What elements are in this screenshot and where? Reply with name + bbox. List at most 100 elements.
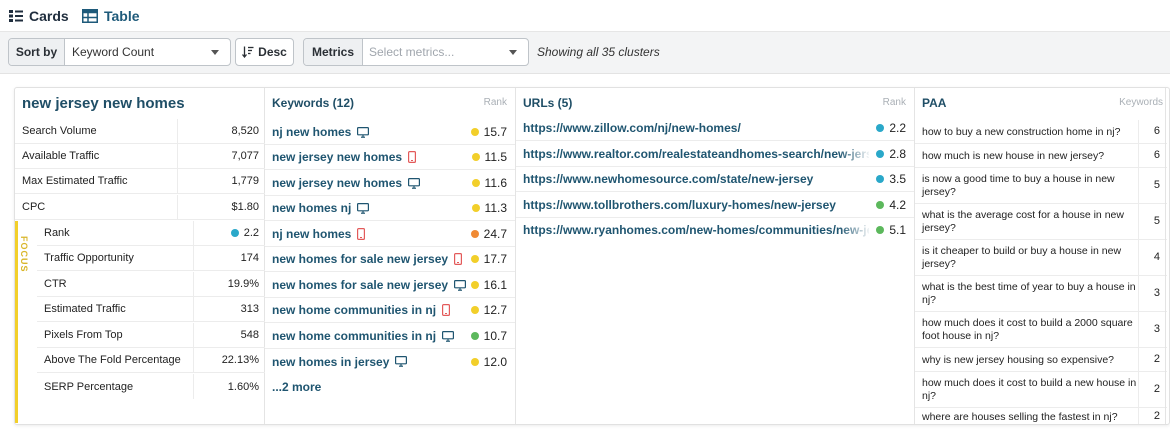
- sort-order-button[interactable]: Desc: [235, 38, 294, 66]
- keywords-column: Keywords (12) Rank nj new homes 15.7 new j…: [265, 88, 516, 424]
- metric-row: CPC $1.80: [15, 195, 265, 220]
- keyword-text: new homes for sale new jersey: [272, 278, 449, 292]
- tab-cards-label: Cards: [29, 8, 69, 24]
- sort-descending-icon: [242, 46, 254, 58]
- mobile-icon: [454, 253, 463, 265]
- metric-value: 7,077: [231, 150, 259, 162]
- paa-keyword-count: 2: [1153, 410, 1160, 422]
- metric-value: 1,779: [231, 175, 259, 187]
- keyword-link[interactable]: new homes for sale new jersey: [272, 278, 467, 292]
- keyword-rank: 11.5: [484, 150, 507, 164]
- paa-question: how to buy a new construction home in nj…: [922, 126, 1121, 138]
- focus-metric-row: Pixels From Top 548: [37, 323, 265, 348]
- paa-row[interactable]: how to buy a new construction home in nj…: [915, 120, 1167, 144]
- keyword-row[interactable]: new home communities in nj 12.7: [265, 298, 515, 323]
- url-link[interactable]: https://www.zillow.com/nj/new-homes/: [523, 121, 869, 135]
- keyword-row[interactable]: nj new homes 15.7: [265, 120, 515, 145]
- keyword-text: new homes for sale new jersey: [272, 252, 449, 266]
- paa-row[interactable]: is it cheaper to build or buy a house in…: [915, 240, 1167, 276]
- paa-row[interactable]: how much is new house in new jersey? 6: [915, 144, 1167, 168]
- rank-status-dot: [470, 255, 479, 263]
- paa-row[interactable]: what is the average cost for a house in …: [915, 204, 1167, 240]
- metric-value: $1.80: [231, 201, 259, 213]
- keyword-link[interactable]: new homes for sale new jersey: [272, 252, 463, 266]
- keyword-row[interactable]: new homes for sale new jersey 16.1: [265, 273, 515, 298]
- rank-status-dot: [470, 306, 479, 314]
- paa-question: how much is new house in new jersey?: [922, 150, 1105, 162]
- url-row[interactable]: https://www.newhomesource.com/state/new-…: [516, 167, 914, 192]
- paa-row[interactable]: how much does it cost to build a new hou…: [915, 372, 1167, 408]
- keyword-link[interactable]: new jersey new homes: [272, 176, 421, 190]
- keyword-link[interactable]: new home communities in nj: [272, 303, 451, 317]
- metric-row: Max Estimated Traffic 1,779: [15, 169, 265, 194]
- cluster-title[interactable]: new jersey new homes: [22, 95, 185, 112]
- paa-row[interactable]: where are houses selling the fastest in …: [915, 408, 1167, 424]
- rank-status-dot: [876, 226, 885, 234]
- metric-value: 548: [240, 329, 259, 341]
- url-row[interactable]: https://www.tollbrothers.com/luxury-home…: [516, 193, 914, 218]
- metric-value: 174: [240, 252, 259, 264]
- view-tabs: Cards Table: [0, 0, 1170, 32]
- cluster-card: new jersey new homes Search Volume 8,520…: [14, 87, 1170, 425]
- paa-row[interactable]: how much does it cost to build a 2000 sq…: [915, 312, 1167, 348]
- keyword-row[interactable]: new jersey new homes 11.5: [265, 145, 515, 170]
- keyword-link[interactable]: new jersey new homes: [272, 150, 417, 164]
- url-link[interactable]: https://www.ryanhomes.com/new-homes/comm…: [523, 223, 869, 237]
- paa-keyword-count: 6: [1153, 125, 1160, 137]
- urls-header: URLs (5): [523, 96, 573, 110]
- keyword-row[interactable]: new homes for sale new jersey 17.7: [265, 247, 515, 272]
- url-link[interactable]: https://www.newhomesource.com/state/new-…: [523, 172, 869, 186]
- rank-status-dot: [471, 179, 480, 187]
- metrics-label: Metrics: [304, 39, 363, 65]
- keyword-link[interactable]: nj new homes: [272, 125, 370, 139]
- url-rank: 5.1: [889, 223, 906, 237]
- keyword-rank: 11.6: [484, 176, 507, 190]
- url-row[interactable]: https://www.realtor.com/realestateandhom…: [516, 142, 914, 167]
- chevron-down-icon: [211, 50, 219, 55]
- keyword-rank: 15.7: [483, 125, 507, 139]
- keyword-text: new homes in jersey: [272, 354, 390, 369]
- paa-row[interactable]: why is new jersey housing so expensive? 2: [915, 348, 1167, 372]
- url-row[interactable]: https://www.ryanhomes.com/new-homes/comm…: [516, 218, 914, 243]
- keyword-link[interactable]: new homes nj: [272, 201, 370, 215]
- paa-question: where are houses selling the fastest in …: [922, 411, 1118, 423]
- tab-table-label: Table: [104, 8, 140, 24]
- url-link[interactable]: https://www.realtor.com/realestateandhom…: [523, 147, 869, 161]
- paa-row[interactable]: what is the best time of year to buy a h…: [915, 276, 1167, 312]
- metric-label: Pixels From Top: [44, 329, 123, 341]
- paa-question: how much does it cost to build a 2000 sq…: [922, 317, 1133, 342]
- keyword-row[interactable]: nj new homes 24.7: [265, 222, 515, 247]
- keyword-rank: 17.7: [483, 252, 507, 266]
- url-row[interactable]: https://www.zillow.com/nj/new-homes/2.2: [516, 116, 914, 141]
- paa-question: what is the best time of year to buy a h…: [922, 281, 1136, 306]
- paa-question: is it cheaper to build or buy a house in…: [922, 245, 1122, 270]
- keyword-rank: 16.1: [483, 278, 507, 292]
- rank-status-dot: [470, 281, 479, 289]
- keyword-row[interactable]: new homes nj 11.3: [265, 196, 515, 221]
- metric-row: Search Volume 8,520: [15, 119, 265, 144]
- tab-table[interactable]: Table: [82, 7, 140, 25]
- rank-status-dot: [470, 332, 479, 340]
- keyword-link[interactable]: nj new homes: [272, 227, 366, 241]
- url-link[interactable]: https://www.tollbrothers.com/luxury-home…: [523, 198, 869, 212]
- metric-value: 22.13%: [221, 354, 259, 366]
- sort-by-control[interactable]: Sort by Keyword Count: [8, 38, 231, 66]
- keyword-text: new home communities in nj: [272, 303, 437, 317]
- keyword-row[interactable]: new jersey new homes 11.6: [265, 171, 515, 196]
- desktop-icon: [408, 177, 421, 189]
- keyword-link[interactable]: new homes in jersey: [272, 354, 408, 369]
- sort-by-select[interactable]: Keyword Count: [65, 39, 230, 65]
- metric-label: Max Estimated Traffic: [22, 175, 128, 187]
- show-more-keywords-link[interactable]: ...2 more: [272, 380, 321, 394]
- paa-keyword-count: 2: [1153, 353, 1160, 365]
- paa-question: why is new jersey housing so expensive?: [922, 354, 1115, 366]
- keyword-link[interactable]: new home communities in nj: [272, 329, 455, 343]
- rank-status-dot: [470, 230, 479, 238]
- paa-row[interactable]: is now a good time to buy a house in new…: [915, 168, 1167, 204]
- keyword-row[interactable]: new home communities in nj 10.7: [265, 324, 515, 349]
- metrics-select[interactable]: Select metrics...: [363, 39, 528, 65]
- keyword-row[interactable]: new homes in jersey 12.0: [265, 349, 515, 374]
- tab-cards[interactable]: Cards: [9, 7, 69, 25]
- metric-row: Available Traffic 7,077: [15, 144, 265, 169]
- metrics-control[interactable]: Metrics Select metrics...: [303, 38, 529, 66]
